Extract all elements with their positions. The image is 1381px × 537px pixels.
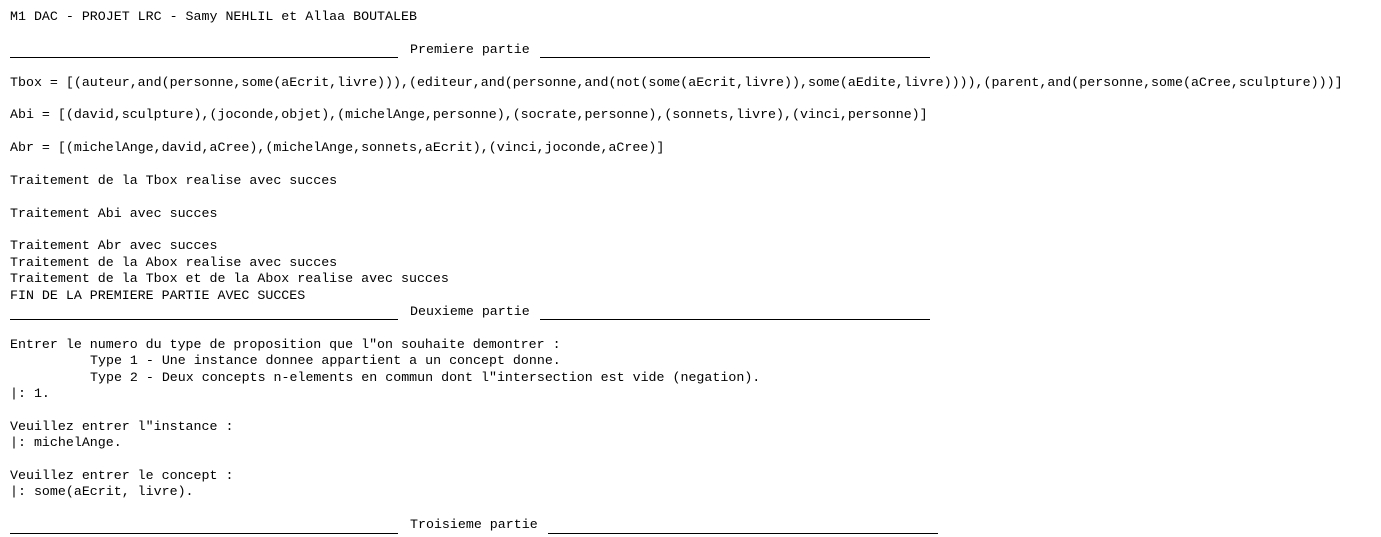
separator-rule	[547, 521, 938, 534]
abr-output: Abr = [(michelAnge,david,aCree),(michelA…	[10, 140, 665, 156]
status-message: Traitement de la Tbox et de la Abox real…	[10, 271, 449, 287]
status-message: Traitement Abr avec succes	[10, 238, 218, 254]
user-input[interactable]: |: michelAnge.	[10, 435, 1381, 451]
status-message: Traitement Abi avec succes	[10, 205, 218, 221]
status-message: Traitement de la Abox realise avec succe…	[10, 254, 338, 270]
program-title: M1 DAC - PROJET LRC - Samy NEHLIL et All…	[10, 9, 417, 24]
section-title-part2: Deuxieme partie	[410, 304, 530, 320]
separator-rule	[539, 307, 930, 321]
section-separator-part3: Troisieme partie	[10, 517, 1381, 534]
user-input[interactable]: |: some(aEcrit, livre).	[10, 484, 1381, 500]
status-message: FIN DE LA PREMIERE PARTIE AVEC SUCCES	[10, 287, 306, 303]
separator-rule	[10, 307, 398, 321]
option-type-2: Type 2 - Deux concepts n-elements en com…	[90, 369, 761, 385]
section-separator-part2: Deuxieme partie	[10, 304, 1381, 321]
separator-rule	[10, 45, 398, 59]
separator-rule	[10, 521, 398, 534]
option-type-1: Type 1 - Une instance donnee appartient …	[90, 353, 561, 369]
user-input[interactable]: |: 1.	[10, 386, 1381, 402]
abi-output: Abi = [(david,sculpture),(joconde,objet)…	[10, 107, 928, 123]
console-output[interactable]: M1 DAC - PROJET LRC - Samy NEHLIL et All…	[10, 9, 1381, 537]
prompt-question: Veuillez entrer le concept :	[10, 467, 234, 483]
prompt-question: Entrer le numero du type de proposition …	[10, 336, 561, 352]
section-separator-part1: Premiere partie	[10, 41, 1381, 59]
status-message: Traitement de la Tbox realise avec succe…	[10, 172, 338, 188]
section-title-part3: Troisieme partie	[410, 517, 538, 533]
tbox-output: Tbox = [(auteur,and(personne,some(aEcrit…	[10, 74, 1343, 90]
separator-rule	[539, 45, 930, 59]
prompt-question: Veuillez entrer l"instance :	[10, 418, 234, 434]
section-title-part1: Premiere partie	[410, 41, 530, 57]
